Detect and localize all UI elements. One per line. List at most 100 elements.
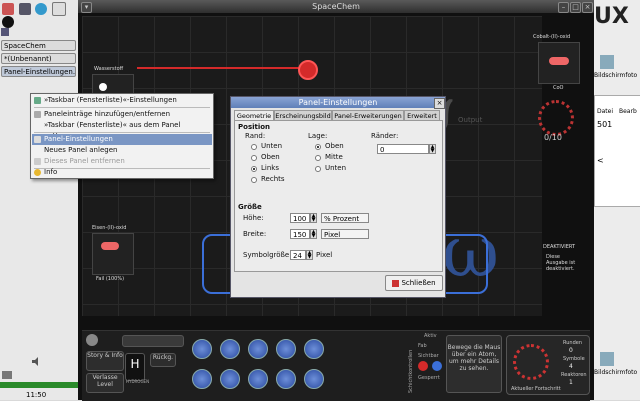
task-spacechem[interactable]: SpaceChem <box>1 40 76 51</box>
window-titlebar[interactable]: SpaceChem <box>78 0 594 13</box>
red-waldo-icon[interactable] <box>298 60 318 80</box>
menu-bearbeiten[interactable]: Bearb <box>619 108 637 115</box>
dialog-titlebar[interactable]: Panel-Einstellungen <box>231 97 445 108</box>
instr-drop-icon[interactable] <box>192 369 212 389</box>
toolbox-icon[interactable] <box>2 3 14 15</box>
task-unbenannt[interactable]: *(Unbenannt) <box>1 53 76 64</box>
aktiv-label: Aktiv <box>424 333 437 339</box>
rand-unten-radio[interactable] <box>251 144 257 150</box>
symbolgroesse-spinner[interactable]: ▲ ▼ <box>306 250 313 260</box>
raender-input[interactable]: 0 <box>377 144 429 154</box>
breite-input[interactable]: 150 <box>290 229 310 239</box>
hoehe-spinner[interactable]: ▲ ▼ <box>310 213 317 223</box>
symbolgroesse-label: Symbolgröße: <box>243 251 292 259</box>
menu-item-info[interactable]: Info <box>32 167 212 178</box>
dialog-close-icon[interactable]: × <box>434 98 445 109</box>
sichtbar-label: Sichtbar <box>418 353 439 359</box>
runden-value: 0 <box>569 347 573 354</box>
system-tray-icon[interactable] <box>2 371 12 379</box>
hydrogen-atom-button[interactable]: H <box>125 353 145 381</box>
screenshot-file-icon-2[interactable] <box>600 352 614 366</box>
tab-geometrie[interactable]: Geometrie <box>234 110 274 120</box>
fail-label: Fail (100%) <box>96 276 125 282</box>
volume-icon[interactable] <box>32 357 40 366</box>
lage-oben-radio[interactable] <box>315 144 321 150</box>
instr-rotate-icon[interactable] <box>304 339 324 359</box>
instr-sync-icon[interactable] <box>276 339 296 359</box>
screenshot-file-label-2[interactable]: Bildschirmfoto <box>594 369 637 376</box>
verlasse-level-button[interactable]: Verlasse Level <box>86 373 124 393</box>
fortschritt-label: Aktueller Fortschritt <box>511 386 561 392</box>
instr-right-icon[interactable] <box>276 369 296 389</box>
window-menu-icon[interactable]: ▾ <box>81 2 92 13</box>
runden-label: Runden <box>563 340 583 346</box>
input-beta-box[interactable] <box>92 233 134 275</box>
terminal-icon[interactable] <box>18 3 31 15</box>
symbolgroesse-input[interactable]: 24 <box>290 250 306 260</box>
minimize-icon[interactable]: – <box>558 2 569 13</box>
task-panel-einstellungen[interactable]: Panel-Einstellungen... <box>1 66 76 77</box>
hoehe-input[interactable]: 100 <box>290 213 310 223</box>
instr-left-icon[interactable] <box>220 369 240 389</box>
lage-mitte-label[interactable]: Mitte <box>325 153 343 161</box>
hoehe-label: Höhe: <box>243 214 264 222</box>
menu-item-new-panel[interactable]: Neues Panel anlegen <box>32 145 212 156</box>
lage-unten-label[interactable]: Unten <box>325 164 346 172</box>
menu-datei[interactable]: Datei <box>597 108 613 115</box>
menu-item-remove-taskbar[interactable]: »Taskbar (Fensterliste)« aus dem Panel e… <box>32 120 212 140</box>
blue-layer-toggle[interactable] <box>432 361 442 371</box>
maximize-icon[interactable]: □ <box>570 2 581 13</box>
desktop-icon[interactable] <box>1 28 9 36</box>
moon-icon[interactable] <box>2 16 14 28</box>
clock-label[interactable]: 11:50 <box>26 391 46 399</box>
schliessen-button[interactable]: Schließen <box>385 275 443 291</box>
coo-label: CoO <box>553 85 564 91</box>
menu-item-remove-panel: Dieses Panel entfernen <box>32 156 212 167</box>
breite-unit-select[interactable]: Pixel <box>321 229 369 239</box>
lage-mitte-radio[interactable] <box>315 155 321 161</box>
lage-oben-label[interactable]: Oben <box>325 142 344 150</box>
instr-input-icon[interactable] <box>304 369 324 389</box>
screenshot-file-label[interactable]: Bildschirmfoto <box>594 72 637 79</box>
tab-erweitert[interactable]: Erweitert <box>404 110 440 120</box>
load-monitor <box>0 382 78 388</box>
lage-label: Lage: <box>308 132 328 140</box>
hoehe-unit-select[interactable]: % Prozent <box>321 213 369 223</box>
rand-rechts-radio[interactable] <box>251 177 257 183</box>
story-info-button[interactable]: Story & Info <box>86 351 124 371</box>
rand-oben-radio[interactable] <box>251 155 257 161</box>
undo-button[interactable]: Rückg. <box>150 353 176 367</box>
raender-spinner[interactable]: ▲ ▼ <box>429 144 436 154</box>
red-layer-toggle[interactable] <box>418 361 428 371</box>
rand-rechts-label[interactable]: Rechts <box>261 175 285 183</box>
menu-item-add-remove[interactable]: Paneleinträge hinzufügen/entfernen <box>32 109 212 120</box>
symbole-label: Symbole <box>563 356 585 362</box>
raender-label: Ränder: <box>371 132 399 140</box>
tab-panel-erweiterungen[interactable]: Panel-Erweiterungen <box>332 110 404 120</box>
output-psi-box[interactable] <box>538 42 580 84</box>
input-wasserstoff-label: Wasserstoff <box>94 66 124 72</box>
close-icon[interactable]: × <box>582 2 593 13</box>
speed-controls[interactable] <box>122 335 184 347</box>
globe-icon[interactable] <box>35 3 48 15</box>
instr-bond-icon[interactable] <box>248 339 268 359</box>
deaktiviert-label: DEAKTIVIERT <box>543 244 576 250</box>
rand-links-radio[interactable] <box>251 166 257 172</box>
screenshot-file-icon[interactable] <box>600 55 614 69</box>
instr-down-icon[interactable] <box>248 369 268 389</box>
menu-item-panel-settings[interactable]: Panel-Einstellungen <box>32 134 212 145</box>
clock-icon[interactable] <box>51 2 66 16</box>
cobalt-molecule-icon <box>549 57 569 65</box>
breite-spinner[interactable]: ▲ ▼ <box>310 229 317 239</box>
linux-logo-text: UX <box>594 4 629 29</box>
output-cobalt-label: Cobalt-(II)-oxid <box>533 34 571 40</box>
instr-up-icon[interactable] <box>220 339 240 359</box>
tab-erscheinungsbild[interactable]: Erscheinungsbild <box>274 110 332 120</box>
rand-oben-label[interactable]: Oben <box>261 153 280 161</box>
rand-links-label[interactable]: Links <box>261 164 279 172</box>
output-progress-icon <box>538 100 574 136</box>
menu-item-taskbar-settings[interactable]: »Taskbar (Fensterliste)«-Einstellungen <box>32 95 212 106</box>
instr-grab-icon[interactable] <box>192 339 212 359</box>
lage-unten-radio[interactable] <box>315 166 321 172</box>
rand-unten-label[interactable]: Unten <box>261 142 282 150</box>
